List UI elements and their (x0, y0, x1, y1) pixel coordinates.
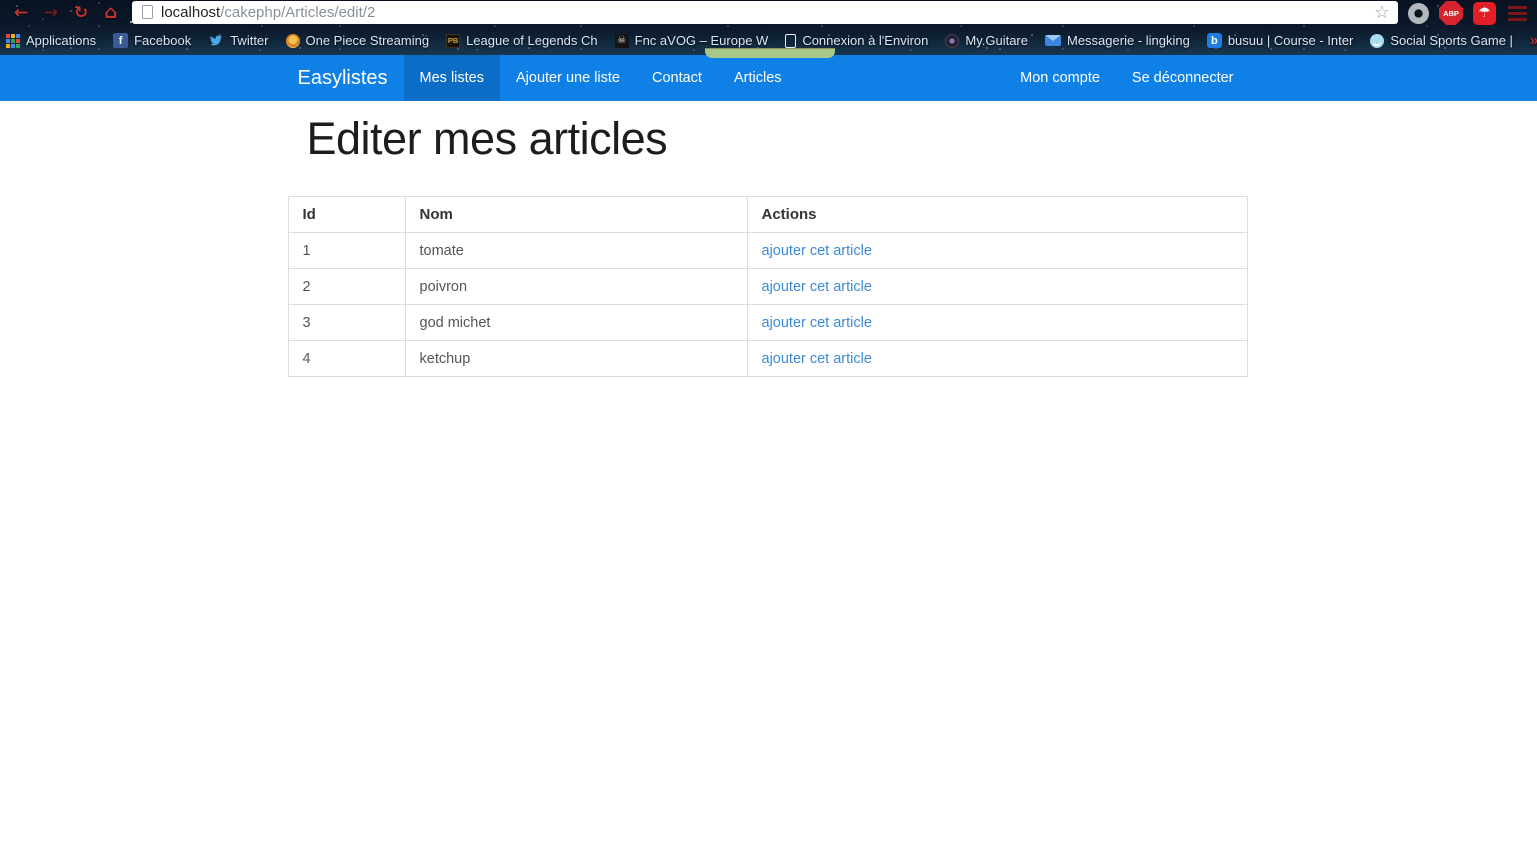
table-row: 1 tomate ajouter cet article (287, 232, 1248, 269)
bookmark-my-guitare[interactable]: My.Guitare (945, 33, 1028, 48)
back-button[interactable]: ← (6, 1, 36, 25)
bookmark-fnc-avog[interactable]: ☠ Fnc aVOG – Europe W (614, 33, 768, 48)
cell-actions: ajouter cet article (746, 340, 1248, 377)
ajouter-cet-article-link[interactable]: ajouter cet article (762, 243, 872, 259)
bookmark-messagerie[interactable]: Messagerie - lingking (1044, 33, 1190, 48)
address-bar[interactable]: localhost/cakephp/Articles/edit/2 ☆ (132, 0, 1398, 24)
bookmark-one-piece[interactable]: One Piece Streaming (285, 33, 429, 48)
table-row: 3 god michet ajouter cet article (287, 304, 1248, 341)
cell-nom: poivron (404, 268, 748, 305)
page-icon (142, 5, 153, 19)
bookmarks-right: » Autres favoris (1530, 32, 1537, 49)
green-tab-indicator (705, 48, 835, 58)
brand-easylistes[interactable]: Easylistes (288, 55, 404, 101)
browser-menu-icon[interactable] (1506, 4, 1529, 23)
main-content: Editer mes articles Id Nom Actions 1 tom… (287, 101, 1250, 377)
app-navbar: Easylistes Mes listes Ajouter une liste … (0, 55, 1537, 101)
home-button[interactable]: ⌂ (96, 1, 126, 25)
gray-ring-extension-icon[interactable] (1408, 2, 1429, 24)
adblock-plus-icon[interactable]: ABP (1439, 1, 1463, 25)
bookmark-facebook[interactable]: f Facebook (113, 33, 191, 48)
envelope-icon (1044, 35, 1061, 46)
bookmark-twitter[interactable]: Twitter (208, 33, 269, 48)
screen: ← → ↻ ⌂ localhost/cakephp/Articles/edit/… (0, 0, 1537, 866)
url-text[interactable]: localhost/cakephp/Articles/edit/2 (161, 4, 1372, 21)
ajouter-cet-article-link[interactable]: ajouter cet article (762, 279, 872, 295)
url-host: localhost (161, 3, 221, 21)
cell-nom: ketchup (404, 340, 748, 377)
navbar-container: Easylistes Mes listes Ajouter une liste … (288, 55, 1250, 101)
nav-item-mon-compte[interactable]: Mon compte (1004, 55, 1116, 101)
bookmark-applications[interactable]: Applications (6, 33, 96, 48)
browser-toolbar: ← → ↻ ⌂ localhost/cakephp/Articles/edit/… (0, 0, 1537, 26)
cell-id: 3 (287, 304, 406, 341)
cell-actions: ajouter cet article (746, 232, 1248, 269)
apps-grid-icon (6, 33, 20, 48)
nav-item-ajouter-une-liste[interactable]: Ajouter une liste (500, 55, 636, 101)
cell-actions: ajouter cet article (746, 268, 1248, 305)
smiley-ball-icon (1370, 33, 1385, 48)
bookmark-connexion-environ[interactable]: Connexion à l'Environ (785, 33, 928, 48)
straw-hat-icon (285, 33, 300, 48)
column-header-id: Id (287, 196, 406, 233)
dark-circle-icon (945, 33, 960, 48)
cell-id: 1 (287, 232, 406, 269)
reload-button[interactable]: ↻ (66, 1, 96, 25)
articles-table: Id Nom Actions 1 tomate ajouter cet arti… (287, 196, 1248, 377)
facebook-icon: f (113, 33, 129, 48)
nav-item-articles[interactable]: Articles (718, 55, 798, 101)
twitter-bird-icon (208, 34, 224, 47)
column-header-actions: Actions (746, 196, 1248, 233)
bookmark-star-icon[interactable]: ☆ (1372, 2, 1392, 23)
ajouter-cet-article-link[interactable]: ajouter cet article (762, 351, 872, 367)
url-path: /cakephp/Articles/edit/2 (220, 3, 376, 21)
nav-item-mes-listes[interactable]: Mes listes (403, 55, 500, 101)
column-header-nom: Nom (404, 196, 748, 233)
extensions-area: ABP ☂ (1402, 1, 1537, 25)
table-row: 2 poivron ajouter cet article (287, 268, 1248, 305)
nav-item-contact[interactable]: Contact (636, 55, 718, 101)
busuu-icon: b (1206, 33, 1222, 48)
bookmark-league-of-legends[interactable]: PB League of Legends Ch (446, 33, 598, 48)
page-outline-icon (785, 33, 797, 48)
navbar-right: Mon compte Se déconnecter (1004, 55, 1249, 101)
ajouter-cet-article-link[interactable]: ajouter cet article (762, 315, 872, 331)
bookmarks-overflow-icon[interactable]: » (1530, 32, 1537, 49)
cell-nom: god michet (404, 304, 748, 341)
skull-badge-icon: ☠ (614, 33, 629, 48)
forward-button[interactable]: → (36, 1, 66, 25)
nav-item-se-deconnecter[interactable]: Se déconnecter (1116, 55, 1250, 101)
cell-id: 2 (287, 268, 406, 305)
pb-badge-icon: PB (446, 33, 461, 48)
browser-chrome: ← → ↻ ⌂ localhost/cakephp/Articles/edit/… (0, 0, 1537, 55)
table-row: 4 ketchup ajouter cet article (287, 340, 1248, 377)
bookmark-busuu[interactable]: b busuu | Course - Inter (1206, 33, 1353, 48)
cell-id: 4 (287, 340, 406, 377)
table-header-row: Id Nom Actions (287, 196, 1248, 233)
cell-actions: ajouter cet article (746, 304, 1248, 341)
cell-nom: tomate (404, 232, 748, 269)
page-title: Editer mes articles (306, 113, 668, 164)
bookmark-social-sports-game[interactable]: Social Sports Game | (1370, 33, 1513, 48)
avira-umbrella-icon[interactable]: ☂ (1473, 1, 1496, 25)
